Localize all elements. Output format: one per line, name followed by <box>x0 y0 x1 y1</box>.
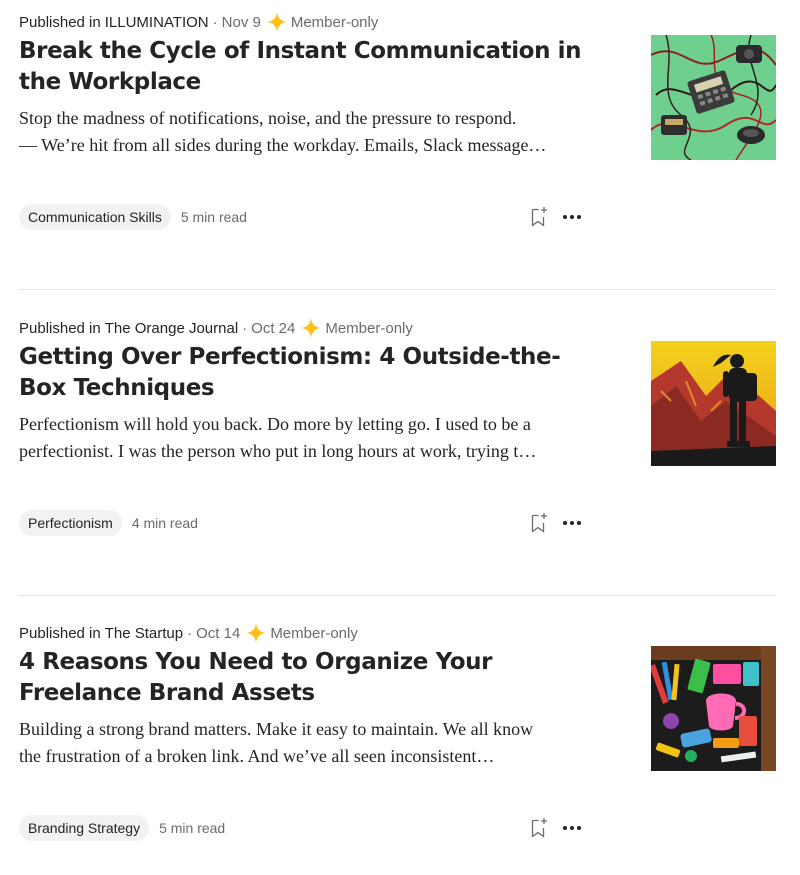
article-actions <box>526 511 584 535</box>
article-card: Published in The Startup · Oct 14 Member… <box>19 621 776 851</box>
article-actions <box>526 816 584 840</box>
article-title[interactable]: 4 Reasons You Need to Organize Your Free… <box>19 647 599 709</box>
article-card: Published in The Orange Journal · Oct 24… <box>19 316 776 546</box>
published-prefix: Published in <box>19 624 101 642</box>
bookmark-add-icon[interactable] <box>526 511 550 535</box>
subtitle-line: the frustration of a broken link. And we… <box>19 746 495 766</box>
separator-dot: · <box>187 624 193 642</box>
article-subtitle[interactable]: Perfectionism will hold you back. Do mor… <box>19 411 589 465</box>
more-options-icon[interactable] <box>560 205 584 229</box>
publication-link[interactable]: ILLUMINATION <box>105 14 209 31</box>
publish-date: Oct 24 <box>251 319 296 337</box>
article-title[interactable]: Getting Over Perfectionism: 4 Outside-th… <box>19 342 599 404</box>
article-thumbnail[interactable] <box>651 341 776 466</box>
subtitle-line: perfectionist. I was the person who put … <box>19 441 537 461</box>
article-card: Published in ILLUMINATION · Nov 9 Member… <box>19 10 776 240</box>
article-meta: Published in ILLUMINATION · Nov 9 Member… <box>19 10 776 34</box>
topic-tag[interactable]: Branding Strategy <box>19 815 150 841</box>
article-thumbnail[interactable] <box>651 35 776 160</box>
subtitle-line: — We’re hit from all sides during the wo… <box>19 135 547 155</box>
article-meta: Published in The Startup · Oct 14 Member… <box>19 621 776 645</box>
more-options-icon[interactable] <box>560 816 584 840</box>
subtitle-line: Perfectionism will hold you back. Do mor… <box>19 414 531 434</box>
member-star-icon <box>266 12 287 32</box>
subtitle-line: Stop the madness of notifications, noise… <box>19 108 517 128</box>
more-options-icon[interactable] <box>560 511 584 535</box>
separator-dot: · <box>212 13 218 31</box>
topic-tag[interactable]: Communication Skills <box>19 204 171 230</box>
member-only-label: Member-only <box>290 13 379 31</box>
article-footer: Communication Skills 5 min read <box>19 204 584 230</box>
article-title[interactable]: Break the Cycle of Instant Communication… <box>19 36 599 98</box>
article-divider <box>19 289 776 290</box>
article-subtitle[interactable]: Building a strong brand matters. Make it… <box>19 716 589 770</box>
article-actions <box>526 205 584 229</box>
read-time: 4 min read <box>131 515 198 531</box>
article-footer: Branding Strategy 5 min read <box>19 815 584 841</box>
tangled-phones-illustration <box>651 35 776 160</box>
read-time: 5 min read <box>180 209 247 225</box>
member-only-label: Member-only <box>270 624 358 642</box>
subtitle-line: Building a strong brand matters. Make it… <box>19 719 534 739</box>
publish-date: Nov 9 <box>221 13 261 31</box>
topic-tag[interactable]: Perfectionism <box>19 510 122 536</box>
article-footer: Perfectionism 4 min read <box>19 510 584 536</box>
messy-drawer-illustration <box>651 646 776 771</box>
bookmark-add-icon[interactable] <box>526 205 550 229</box>
publication-link[interactable]: The Orange Journal <box>105 320 238 337</box>
read-time: 5 min read <box>159 820 226 836</box>
publish-date: Oct 14 <box>196 624 241 642</box>
separator-dot: · <box>242 319 248 337</box>
member-star-icon <box>246 623 267 643</box>
article-divider <box>19 595 776 596</box>
article-meta: Published in The Orange Journal · Oct 24… <box>19 316 776 340</box>
member-star-icon <box>301 318 322 338</box>
article-subtitle[interactable]: Stop the madness of notifications, noise… <box>19 105 589 159</box>
member-only-label: Member-only <box>325 319 413 337</box>
publication-link[interactable]: The Startup <box>105 625 183 642</box>
bookmark-add-icon[interactable] <box>526 816 550 840</box>
article-thumbnail[interactable] <box>651 646 776 771</box>
published-prefix: Published in <box>19 13 101 31</box>
hiker-silhouette-illustration <box>651 341 776 466</box>
published-prefix: Published in <box>19 319 101 337</box>
